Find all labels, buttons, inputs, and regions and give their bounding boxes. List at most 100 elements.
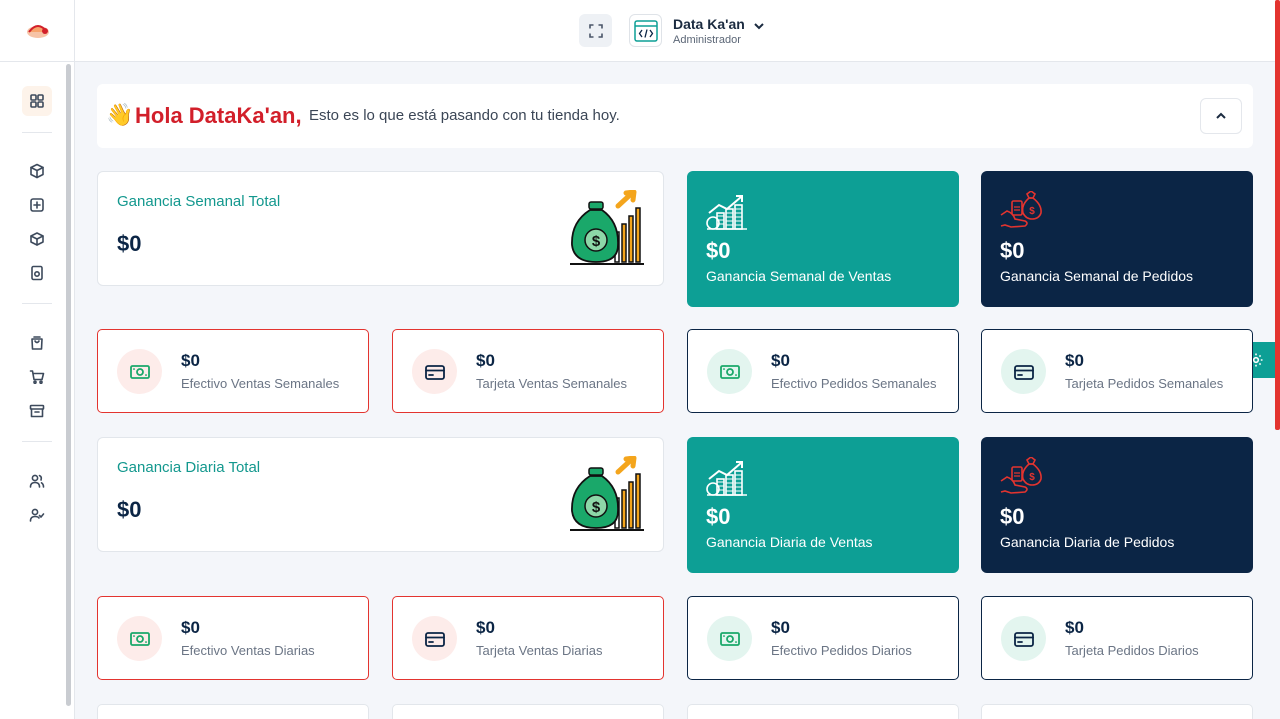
fullscreen-button[interactable] [579,14,612,47]
weekly-orders-card: $0 Ganancia Semanal de Pedidos [981,171,1253,307]
weekly-sales-card: $0 Ganancia Semanal de Ventas [687,171,959,307]
growth-chart-icon [705,191,749,233]
page-scrollbar[interactable] [1275,0,1280,430]
daily-cash-sales-card: $0 Efectivo Ventas Diarias [97,596,369,680]
archive-icon [29,404,45,418]
code-window-icon [633,19,658,42]
weekly-cash-orders-card: $0 Efectivo Pedidos Semanales [687,329,959,413]
daily-sales-value: $0 [706,504,731,529]
mini-value: $0 [1065,618,1084,637]
box-icon [30,163,44,179]
sidebar-divider [22,132,52,133]
sidebar-item-user-check[interactable] [22,500,52,530]
wave-emoji-icon: 👋 [106,102,134,127]
weekly-orders-label: Ganancia Semanal de Pedidos [1000,268,1194,284]
shopping-bag-icon [31,336,43,350]
daily-card-orders-card: $0 Tarjeta Pedidos Diarios [981,596,1253,680]
weekly-sales-label: Ganancia Semanal de Ventas [706,268,892,284]
sidebar-item-dashboard[interactable] [22,86,52,116]
growth-chart-icon [705,457,749,499]
daily-sales-card: $0 Ganancia Diaria de Ventas [687,437,959,573]
greeting-panel: 👋 Hola DataKa'an, Esto es lo que está pa… [97,84,1253,148]
package-icon [30,232,44,246]
sidebar-item-sales[interactable] [22,328,52,358]
cash-icon-circle [707,349,752,394]
topbar: Data Ka'an Administrador [75,0,1280,62]
daily-total-card: Ganancia Diaria Total $0 [97,437,664,552]
card-icon-circle [1001,349,1046,394]
credit-card-icon [424,628,446,650]
user-check-icon [29,508,45,522]
cash-icon [719,361,741,383]
mini-label: Efectivo Pedidos Semanales [771,376,937,391]
greeting-title: Hola DataKa'an, [135,103,302,128]
mini-value: $0 [181,351,200,370]
mini-value: $0 [181,618,200,637]
sidebar-divider [22,441,52,442]
dashboard-icon [30,94,44,108]
daily-orders-card: $0 Ganancia Diaria de Pedidos [981,437,1253,573]
mini-label: Efectivo Pedidos Diarios [771,643,912,658]
sidebar-item-receipts[interactable] [22,258,52,288]
money-bag-growth-icon [568,190,646,268]
daily-card-sales-card: $0 Tarjeta Ventas Diarias [392,596,664,680]
card-icon-circle [1001,616,1046,661]
weekly-total-value: $0 [117,231,142,256]
sidebar-item-users[interactable] [22,466,52,496]
money-hand-icon [999,191,1043,233]
card-icon-circle [412,349,457,394]
collapse-button[interactable] [1200,98,1242,134]
weekly-total-title: Ganancia Semanal Total [117,193,281,210]
mini-label: Tarjeta Ventas Diarias [476,643,603,658]
cash-icon [719,628,741,650]
mini-label: Efectivo Ventas Diarias [181,643,315,658]
next-card [981,704,1253,719]
sidebar [0,0,75,719]
sidebar-item-categories[interactable] [22,224,52,254]
daily-cash-orders-card: $0 Efectivo Pedidos Diarios [687,596,959,680]
plus-square-icon [30,198,44,212]
daily-orders-label: Ganancia Diaria de Pedidos [1000,534,1175,550]
user-menu-toggle[interactable] [752,19,766,33]
next-card [687,704,959,719]
mini-value: $0 [476,351,495,370]
mini-value: $0 [771,618,790,637]
daily-orders-value: $0 [1000,504,1025,529]
daily-total-value: $0 [117,497,142,522]
user-role: Administrador [673,34,741,46]
credit-card-icon [424,361,446,383]
logo[interactable] [0,0,75,62]
chevron-up-icon [1216,112,1226,119]
cash-icon [129,361,151,383]
daily-total-title: Ganancia Diaria Total [117,459,261,476]
sidebar-item-add[interactable] [22,190,52,220]
sidebar-item-archive[interactable] [22,396,52,426]
cash-icon [129,628,151,650]
credit-card-icon [1013,361,1035,383]
daily-sales-label: Ganancia Diaria de Ventas [706,534,873,550]
greeting-text: Esto es lo que está pasando con tu tiend… [309,107,620,124]
weekly-cash-sales-card: $0 Efectivo Ventas Semanales [97,329,369,413]
receipt-icon [31,265,43,281]
weekly-total-card: Ganancia Semanal Total $0 [97,171,664,286]
mini-label: Tarjeta Pedidos Semanales [1065,376,1224,391]
user-name[interactable]: Data Ka'an [673,16,745,32]
weekly-card-sales-card: $0 Tarjeta Ventas Semanales [392,329,664,413]
sidebar-divider [22,303,52,304]
sidebar-item-cart[interactable] [22,362,52,392]
mini-value: $0 [1065,351,1084,370]
user-avatar[interactable] [629,14,662,47]
weekly-sales-value: $0 [706,238,731,263]
weekly-card-orders-card: $0 Tarjeta Pedidos Semanales [981,329,1253,413]
sidebar-item-products[interactable] [22,156,52,186]
money-bag-growth-icon [568,456,646,534]
next-card [392,704,664,719]
cart-icon [29,370,45,384]
mini-value: $0 [476,618,495,637]
cash-icon-circle [707,616,752,661]
cash-icon-circle [117,616,162,661]
sidebar-scrollbar[interactable] [66,64,71,706]
fullscreen-icon [588,23,603,38]
mini-value: $0 [771,351,790,370]
credit-card-icon [1013,628,1035,650]
